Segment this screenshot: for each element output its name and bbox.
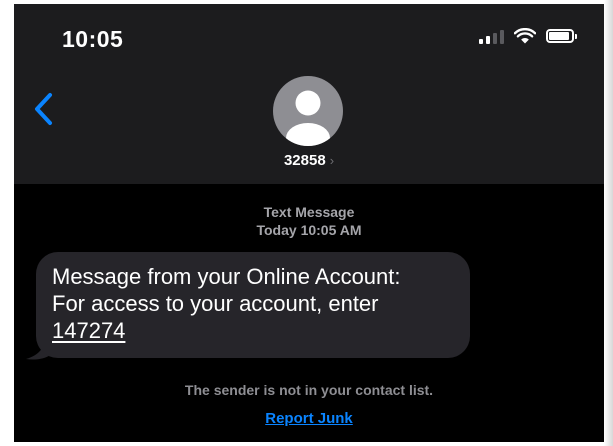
message-time-label: Today 10:05 AM [256,222,362,238]
status-icons [479,28,577,44]
contact-avatar[interactable] [273,76,343,146]
chevron-left-icon[interactable] [32,92,56,126]
status-time: 10:05 [62,26,124,52]
battery-icon [546,29,577,43]
messages-screen: 10:05 32858 › Text Message Today 10:05 A… [14,4,604,442]
contact-name-button[interactable]: 32858 › [14,152,604,169]
cellular-signal-icon [479,28,504,44]
wifi-icon [514,28,536,44]
report-junk-container: Report Junk [14,410,604,427]
message-line-2: For access to your account, enter [52,291,379,316]
screenshot-edge-shadow [604,0,613,446]
verification-code-link[interactable]: 147274 [52,318,125,343]
message-line-1: Message from your Online Account: [52,264,401,289]
report-junk-link[interactable]: Report Junk [265,410,353,427]
sender-notice: The sender is not in your contact list. [184,382,434,398]
message-timestamp: Text Message Today 10:05 AM [14,203,604,239]
message-type-label: Text Message [263,204,355,220]
conversation-header: 10:05 32858 › [14,4,604,184]
chevron-right-icon: › [329,153,335,168]
message-bubble[interactable]: Message from your Online Account: For ac… [36,252,470,358]
contact-name: 32858 [283,152,326,169]
person-silhouette-icon [286,90,330,146]
